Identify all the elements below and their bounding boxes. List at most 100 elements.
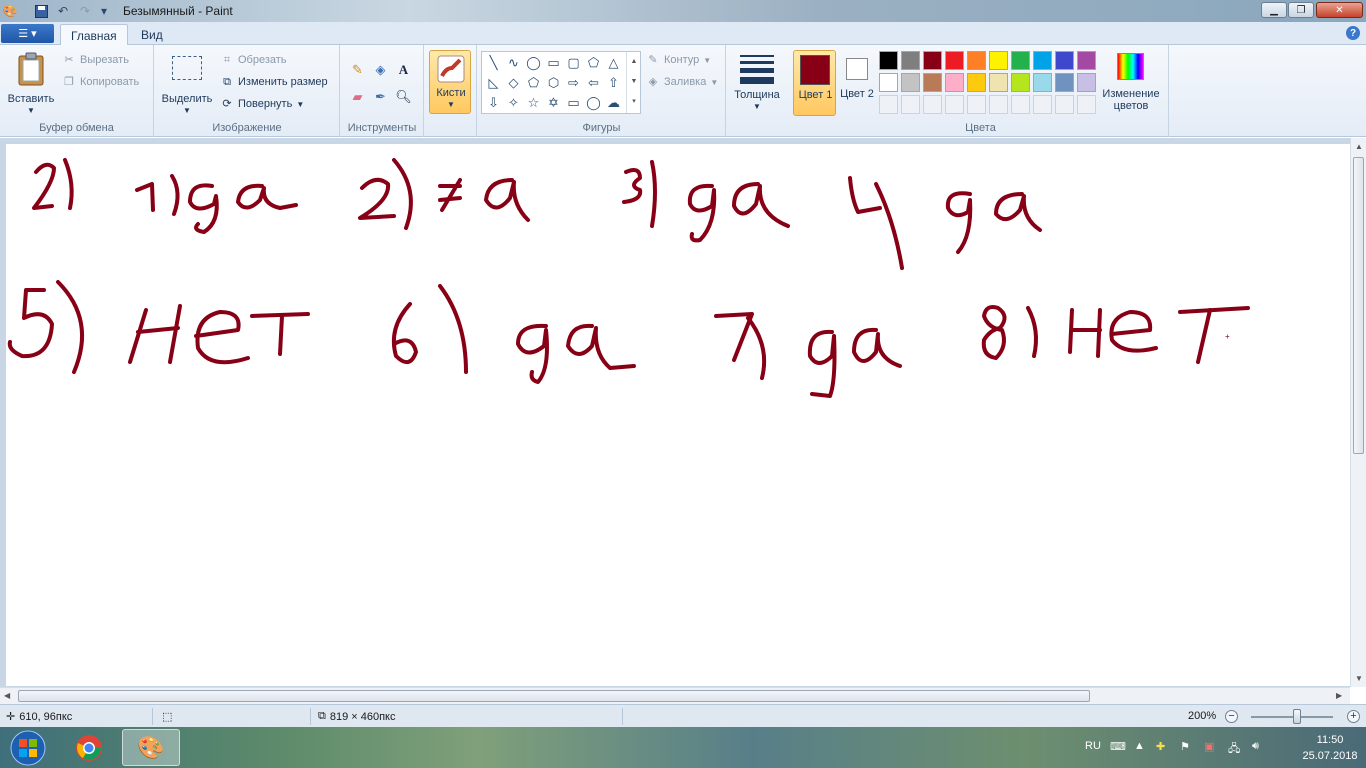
- palette-swatch[interactable]: [1033, 73, 1052, 92]
- left-arrow-shape-icon[interactable]: ⇦: [584, 73, 603, 92]
- eraser-icon[interactable]: ▰: [347, 86, 368, 107]
- palette-swatch[interactable]: [923, 73, 942, 92]
- palette-swatch[interactable]: [945, 73, 964, 92]
- palette-swatch[interactable]: [1033, 51, 1052, 70]
- customize-quick-access-icon[interactable]: ▾: [96, 3, 112, 19]
- size-button[interactable]: Толщина ▼: [731, 50, 783, 114]
- palette-empty-slot[interactable]: [967, 95, 986, 114]
- palette-empty-slot[interactable]: [901, 95, 920, 114]
- palette-swatch[interactable]: [1011, 73, 1030, 92]
- diamond-shape-icon[interactable]: ◇: [504, 73, 523, 92]
- save-icon[interactable]: [33, 3, 49, 19]
- oval-callout-shape-icon[interactable]: ◯: [584, 93, 603, 112]
- palette-empty-slot[interactable]: [879, 95, 898, 114]
- zoom-slider-thumb[interactable]: [1293, 709, 1301, 724]
- down-arrow-shape-icon[interactable]: ⇩: [484, 93, 503, 112]
- right-triangle-shape-icon[interactable]: ◺: [484, 73, 503, 92]
- palette-swatch[interactable]: [901, 51, 920, 70]
- palette-swatch[interactable]: [923, 51, 942, 70]
- cut-button[interactable]: ✂ Вырезать: [62, 53, 129, 67]
- palette-swatch[interactable]: [1011, 51, 1030, 70]
- resize-button[interactable]: ⧉ Изменить размер: [220, 75, 328, 89]
- volume-icon[interactable]: 🔊︎: [1252, 740, 1259, 753]
- palette-swatch[interactable]: [879, 51, 898, 70]
- magnifier-icon[interactable]: 🔍︎: [393, 86, 414, 107]
- palette-empty-slot[interactable]: [1011, 95, 1030, 114]
- four-point-star-shape-icon[interactable]: ✧: [504, 93, 523, 112]
- crop-button[interactable]: ⌗ Обрезать: [220, 53, 287, 67]
- right-arrow-shape-icon[interactable]: ⇨: [564, 73, 583, 92]
- scroll-left-icon[interactable]: ◀: [4, 691, 10, 700]
- horizontal-scroll-thumb[interactable]: [18, 690, 1090, 702]
- text-tool-icon[interactable]: A: [393, 59, 414, 80]
- paste-button[interactable]: Вставить ▼: [6, 50, 56, 120]
- restore-button[interactable]: ❐: [1288, 2, 1314, 18]
- six-point-star-shape-icon[interactable]: ✡: [544, 93, 563, 112]
- palette-empty-slot[interactable]: [1055, 95, 1074, 114]
- minimize-button[interactable]: ▁: [1261, 2, 1287, 18]
- palette-swatch[interactable]: [879, 73, 898, 92]
- curve-shape-icon[interactable]: ∿: [504, 53, 523, 72]
- zoom-out-button[interactable]: −: [1225, 710, 1238, 723]
- palette-empty-slot[interactable]: [923, 95, 942, 114]
- language-indicator[interactable]: RU: [1085, 740, 1101, 752]
- line-shape-icon[interactable]: ╲: [484, 53, 503, 72]
- select-button[interactable]: Выделить ▼: [159, 50, 215, 120]
- paint-app-icon[interactable]: 🎨: [2, 3, 18, 19]
- paint-menu-button[interactable]: ☰ ▾: [1, 24, 54, 43]
- palette-swatch[interactable]: [989, 51, 1008, 70]
- fill-button[interactable]: ◈ Заливка ▼: [646, 75, 719, 89]
- palette-swatch[interactable]: [901, 73, 920, 92]
- update-icon[interactable]: ✚: [1156, 740, 1165, 753]
- close-button[interactable]: ✕: [1316, 2, 1363, 18]
- palette-swatch[interactable]: [989, 73, 1008, 92]
- start-button[interactable]: [4, 729, 52, 767]
- vertical-scrollbar[interactable]: ▲ ▼: [1350, 138, 1366, 687]
- five-point-star-shape-icon[interactable]: ☆: [524, 93, 543, 112]
- scroll-up-icon[interactable]: ▲: [1355, 142, 1363, 151]
- show-hidden-icons-icon[interactable]: ▲: [1134, 740, 1145, 752]
- palette-swatch[interactable]: [1055, 73, 1074, 92]
- up-arrow-shape-icon[interactable]: ⇧: [604, 73, 623, 92]
- pentagon-shape-icon[interactable]: ⬠: [524, 73, 543, 92]
- palette-swatch[interactable]: [945, 51, 964, 70]
- hexagon-shape-icon[interactable]: ⬡: [544, 73, 563, 92]
- palette-swatch[interactable]: [967, 73, 986, 92]
- edit-colors-button[interactable]: Изменение цветов: [1097, 50, 1165, 116]
- device-icon[interactable]: ▣: [1204, 740, 1214, 753]
- rectangle-shape-icon[interactable]: ▭: [544, 53, 563, 72]
- undo-icon[interactable]: ↶: [55, 3, 71, 19]
- help-icon[interactable]: ?: [1346, 26, 1360, 40]
- palette-swatch[interactable]: [1077, 51, 1096, 70]
- scroll-down-icon[interactable]: ▼: [1355, 674, 1363, 683]
- palette-empty-slot[interactable]: [1077, 95, 1096, 114]
- brushes-button[interactable]: Кисти ▼: [429, 50, 471, 114]
- fill-bucket-icon[interactable]: ◈: [370, 59, 391, 80]
- tab-home[interactable]: Главная: [60, 24, 128, 45]
- polygon-shape-icon[interactable]: ⬠: [584, 53, 603, 72]
- action-center-flag-icon[interactable]: ⚑: [1180, 740, 1190, 753]
- palette-empty-slot[interactable]: [989, 95, 1008, 114]
- palette-swatch[interactable]: [1077, 73, 1096, 92]
- redo-icon[interactable]: ↷: [77, 3, 93, 19]
- vertical-scroll-thumb[interactable]: [1353, 157, 1364, 454]
- taskbar-paint[interactable]: 🎨: [122, 729, 180, 766]
- pencil-icon[interactable]: ✎: [347, 59, 368, 80]
- scroll-right-icon[interactable]: ▶: [1336, 691, 1342, 700]
- system-clock[interactable]: 11:50 25.07.2018: [1300, 732, 1360, 764]
- zoom-slider[interactable]: [1251, 716, 1333, 718]
- cloud-callout-shape-icon[interactable]: ☁: [604, 93, 623, 112]
- keyboard-icon[interactable]: ⌨: [1110, 740, 1126, 753]
- copy-button[interactable]: ❐ Копировать: [62, 75, 139, 89]
- shapes-gallery-scroll[interactable]: ▲ ▼ ▾: [626, 52, 641, 113]
- taskbar-chrome[interactable]: [60, 729, 118, 766]
- palette-empty-slot[interactable]: [1033, 95, 1052, 114]
- oval-shape-icon[interactable]: ◯: [524, 53, 543, 72]
- palette-swatch[interactable]: [967, 51, 986, 70]
- outline-button[interactable]: ✎ Контур ▼: [646, 53, 711, 67]
- rounded-rectangle-shape-icon[interactable]: ▢: [564, 53, 583, 72]
- tab-view[interactable]: Вид: [131, 24, 173, 45]
- rotate-button[interactable]: ⟳ Повернуть ▼: [220, 97, 304, 111]
- palette-swatch[interactable]: [1055, 51, 1074, 70]
- network-icon[interactable]: 🖧: [1228, 740, 1240, 759]
